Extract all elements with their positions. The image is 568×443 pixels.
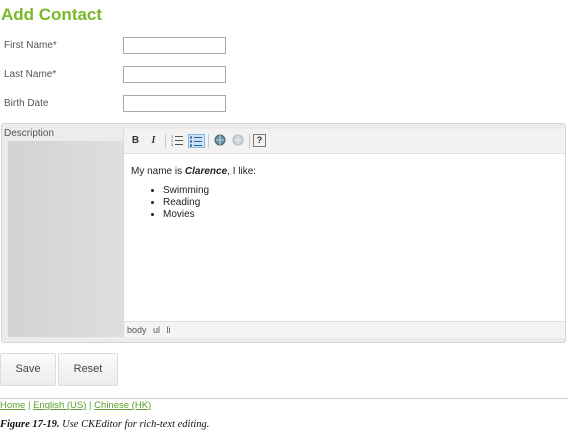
footer-links: Home | English (US) | Chinese (HK) bbox=[0, 400, 151, 411]
numbered-list-icon: 1 2 3 bbox=[171, 134, 183, 146]
first-name-label: First Name* bbox=[4, 40, 57, 51]
editor-paragraph: My name is Clarence, I like: bbox=[131, 166, 256, 177]
last-name-label: Last Name* bbox=[4, 69, 57, 80]
svg-text:3: 3 bbox=[171, 142, 174, 146]
path-item-ul[interactable]: ul bbox=[153, 325, 160, 335]
link-button[interactable] bbox=[212, 134, 227, 148]
link-separator: | bbox=[86, 400, 95, 411]
figure-caption: Figure 17-19. Use CKEditor for rich-text… bbox=[0, 419, 209, 430]
link-globe-icon bbox=[214, 134, 225, 146]
intro-name: Clarence bbox=[184, 166, 228, 177]
intro-text-after: , I like: bbox=[227, 166, 257, 177]
editor-toolbar: B I 1 2 3 ? bbox=[124, 129, 565, 154]
italic-button[interactable]: I bbox=[146, 134, 161, 148]
link-separator: | bbox=[25, 400, 34, 411]
chinese-link[interactable]: Chinese (HK) bbox=[94, 400, 151, 411]
birth-date-field[interactable] bbox=[123, 95, 226, 112]
intro-text-before: My name is bbox=[131, 166, 185, 177]
toolbar-separator bbox=[249, 134, 250, 148]
home-link[interactable]: Home bbox=[0, 400, 25, 411]
english-link[interactable]: English (US) bbox=[33, 400, 86, 411]
list-item: Swimming bbox=[163, 185, 256, 197]
page: Add Contact First Name* Last Name* Birth… bbox=[0, 0, 568, 443]
list-item: Reading bbox=[163, 197, 256, 209]
editor-bullet-list: Swimming Reading Movies bbox=[131, 185, 256, 221]
path-item-body[interactable]: body bbox=[127, 325, 147, 335]
bulleted-list-button[interactable] bbox=[188, 134, 205, 148]
last-name-field[interactable] bbox=[123, 66, 226, 83]
path-item-li[interactable]: li bbox=[167, 325, 171, 335]
save-button[interactable]: Save bbox=[0, 353, 56, 386]
bulleted-list-icon bbox=[190, 136, 202, 147]
page-title: Add Contact bbox=[1, 5, 103, 24]
unlink-globe-icon bbox=[232, 134, 243, 146]
bold-button[interactable]: B bbox=[128, 134, 143, 148]
description-label-column bbox=[8, 141, 123, 337]
element-path-bar: body ul li bbox=[124, 321, 565, 338]
list-item: Movies bbox=[163, 209, 256, 221]
first-name-field[interactable] bbox=[123, 37, 226, 54]
caption-text: Use CKEditor for rich-text editing. bbox=[59, 419, 210, 430]
help-button[interactable]: ? bbox=[253, 134, 266, 147]
birth-date-label: Birth Date bbox=[4, 98, 49, 109]
description-label: Description bbox=[4, 128, 55, 139]
footer-divider bbox=[0, 398, 568, 399]
reset-button[interactable]: Reset bbox=[58, 353, 118, 386]
numbered-list-button[interactable]: 1 2 3 bbox=[170, 134, 185, 148]
unlink-button[interactable] bbox=[230, 134, 245, 148]
toolbar-separator bbox=[165, 134, 166, 148]
rich-text-editor[interactable]: B I 1 2 3 ? My name is Clarence, I like:… bbox=[123, 129, 565, 338]
editor-content: My name is Clarence, I like: Swimming Re… bbox=[131, 166, 256, 221]
figure-number: Figure 17-19. bbox=[0, 419, 60, 430]
toolbar-separator bbox=[208, 134, 209, 148]
